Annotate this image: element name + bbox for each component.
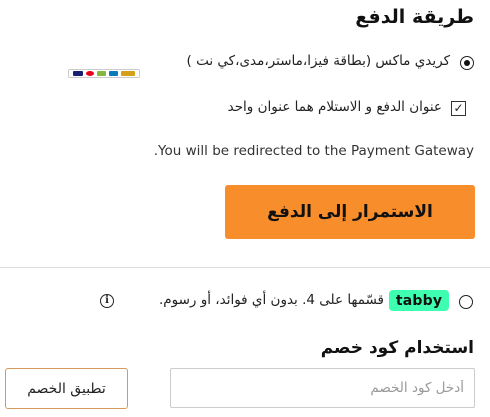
apply-coupon-button[interactable]: تطبيق الخصم (5, 368, 128, 409)
knet-icon (109, 71, 119, 76)
coupon-title: استخدام كود خصم (320, 338, 474, 358)
redirect-note: You will be redirected to the Payment Ga… (153, 143, 474, 159)
visa-icon (72, 71, 83, 76)
benefit-icon (121, 71, 136, 76)
continue-to-payment-button[interactable]: الاستمرار إلى الدفع (225, 185, 475, 239)
coupon-code-input[interactable] (170, 368, 475, 408)
same-address-checkbox[interactable]: ✓ (451, 101, 466, 116)
info-icon[interactable]: i (100, 294, 114, 308)
payment-option-radio[interactable] (460, 56, 474, 70)
card-logos (68, 69, 140, 78)
mastercard-icon (85, 71, 94, 76)
payment-option-label[interactable]: كريدي ماكس (بطاقة فيزا،ماستر،مدى،كي نت ) (187, 53, 450, 69)
same-address-label[interactable]: عنوان الدفع و الاستلام هما عنوان واحد (228, 99, 442, 115)
checkmark-icon: ✓ (453, 101, 464, 115)
tabby-description: قسّمها على 4. بدون أي فوائد، أو رسوم. (158, 292, 384, 308)
payment-method-title: طريقة الدفع (355, 6, 474, 28)
tabby-option-radio[interactable] (459, 295, 473, 309)
tabby-logo: tabby (389, 290, 449, 311)
divider (0, 267, 490, 268)
mada-icon (96, 71, 106, 76)
